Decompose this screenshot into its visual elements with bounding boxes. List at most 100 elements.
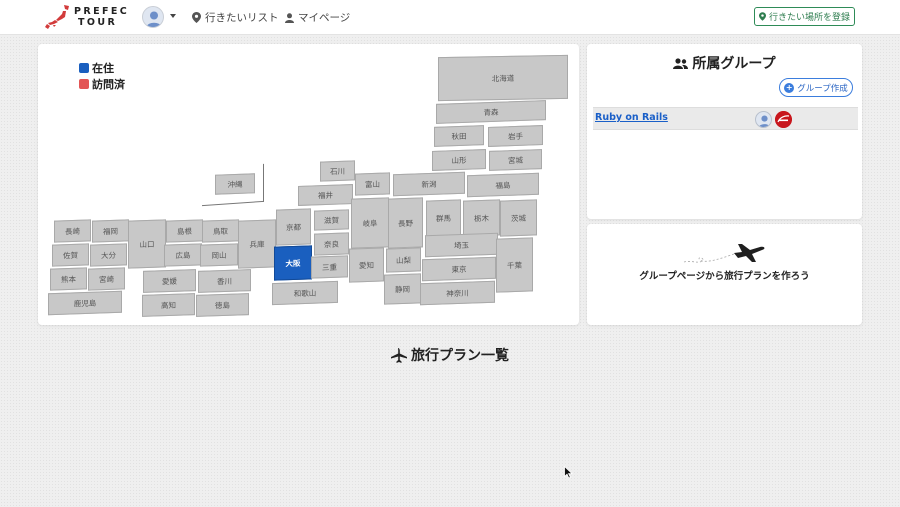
prefecture-tile[interactable]: 栃木 — [463, 199, 500, 237]
avatar — [142, 6, 164, 28]
prefecture-tile[interactable]: 福島 — [467, 172, 539, 198]
prefecture-tile[interactable]: 福井 — [298, 184, 353, 206]
prefecture-label: 大分 — [101, 250, 116, 260]
prefecture-tile[interactable]: 大分 — [90, 243, 127, 267]
nav-wishlist-link[interactable]: 行きたいリスト — [192, 10, 279, 25]
prefecture-tile[interactable]: 大阪 — [274, 245, 312, 281]
japan-map-logo-icon — [45, 5, 69, 29]
prefecture-tile[interactable]: 岩手 — [488, 125, 543, 147]
prefecture-tile[interactable]: 岐阜 — [351, 197, 389, 249]
prefecture-tile[interactable]: 群馬 — [426, 199, 461, 237]
prefecture-tile[interactable]: 山梨 — [386, 247, 421, 273]
prefecture-tile[interactable]: 鳥取 — [202, 219, 239, 243]
prefecture-tile[interactable]: 徳島 — [196, 293, 249, 317]
user-avatar-icon — [758, 115, 771, 127]
rails-logo-icon — [775, 111, 792, 128]
register-place-button[interactable]: 行きたい場所を登録 — [754, 7, 855, 26]
plus-icon: + — [784, 82, 795, 93]
plans-heading: 旅行プラン一覧 — [0, 345, 900, 365]
prefecture-tile[interactable]: 熊本 — [50, 267, 87, 291]
prefecture-label: 愛知 — [359, 260, 374, 270]
prefecture-tile[interactable]: 新潟 — [393, 171, 465, 197]
nav-mypage-link[interactable]: マイページ — [285, 10, 350, 25]
group-link[interactable]: Ruby on Rails — [595, 112, 668, 123]
prefecture-label: 広島 — [175, 250, 191, 260]
prefecture-label: 岩手 — [508, 131, 523, 141]
prefecture-tile[interactable]: 奈良 — [314, 232, 349, 256]
logo[interactable]: PREFEC TOUR — [44, 3, 134, 31]
prefecture-tile[interactable]: 島根 — [166, 219, 203, 243]
prefecture-label: 福岡 — [103, 226, 118, 236]
prefecture-tile[interactable]: 愛媛 — [143, 269, 196, 293]
prefecture-tile[interactable]: 茨城 — [500, 199, 537, 237]
prefecture-tile[interactable]: 静岡 — [384, 273, 421, 305]
airplane-flight-icon — [683, 244, 765, 263]
map-legend: 在住 訪問済 — [79, 60, 125, 92]
prefecture-tile[interactable]: 東京 — [422, 256, 496, 282]
prefecture-tile[interactable]: 長野 — [388, 197, 423, 249]
prefecture-tile[interactable]: 山口 — [128, 219, 166, 269]
prefecture-tile[interactable]: 岡山 — [200, 243, 238, 267]
prefecture-tile[interactable]: 北海道 — [438, 54, 568, 102]
prefecture-tile[interactable]: 福岡 — [92, 219, 129, 243]
groups-heading: 所属グループ — [587, 53, 862, 73]
navbar: PREFEC TOUR 行きたいリスト マイページ 行きたい場所を登録 — [0, 0, 900, 35]
prefecture-label: 山梨 — [396, 255, 411, 265]
prefecture-tile[interactable]: 石川 — [320, 160, 355, 182]
prefecture-tile[interactable]: 愛知 — [349, 247, 384, 283]
prefecture-label: 三重 — [322, 262, 337, 272]
prefecture-label: 栃木 — [474, 213, 489, 223]
prefecture-tile[interactable]: 香川 — [198, 269, 251, 293]
prefecture-label: 和歌山 — [293, 288, 317, 298]
prefecture-label: 沖縄 — [227, 179, 243, 189]
map-pin-icon — [192, 12, 201, 23]
prefecture-tile[interactable]: 佐賀 — [52, 243, 89, 267]
prefecture-label: 香川 — [217, 276, 232, 286]
prefecture-tile[interactable]: 秋田 — [434, 125, 484, 147]
group-icon-avatar[interactable] — [775, 111, 792, 128]
prefecture-tile[interactable]: 宮崎 — [88, 267, 125, 291]
prefecture-tile[interactable]: 山形 — [432, 149, 486, 171]
prefecture-tile[interactable]: 京都 — [276, 208, 311, 246]
prefecture-tile[interactable]: 兵庫 — [238, 219, 276, 269]
prefecture-label: 福島 — [495, 180, 511, 190]
prefecture-tile[interactable]: 千葉 — [496, 237, 533, 293]
prefecture-label: 熊本 — [61, 274, 76, 284]
prefecture-tile[interactable]: 三重 — [311, 255, 348, 279]
legend-visited: 訪問済 — [79, 76, 125, 92]
prefecture-tile[interactable]: 滋賀 — [314, 209, 349, 231]
logo-line-2: TOUR — [78, 17, 118, 28]
prefecture-tile[interactable]: 埼玉 — [425, 232, 498, 258]
prefecture-label: 岐阜 — [362, 218, 378, 228]
prefecture-label: 石川 — [330, 166, 345, 176]
users-icon — [673, 57, 689, 69]
create-group-label: グループ作成 — [797, 83, 848, 94]
prefecture-tile[interactable]: 神奈川 — [420, 280, 495, 306]
user-avatar-icon — [146, 11, 162, 27]
prefecture-tile[interactable]: 和歌山 — [272, 280, 338, 306]
prefecture-label: 岡山 — [211, 250, 227, 260]
group-list-item[interactable]: Ruby on Rails — [593, 107, 858, 130]
register-place-label: 行きたい場所を登録 — [768, 13, 850, 23]
prefecture-tile[interactable]: 青森 — [436, 100, 546, 124]
legend-live: 在住 — [79, 60, 125, 76]
prefecture-tile[interactable]: 鹿児島 — [48, 290, 122, 316]
prefecture-label: 愛媛 — [162, 276, 177, 286]
prefecture-tile[interactable]: 高知 — [142, 293, 195, 317]
create-group-button[interactable]: + グループ作成 — [779, 78, 853, 97]
prefecture-label: 奈良 — [324, 239, 339, 249]
prefecture-tile[interactable]: 長崎 — [54, 219, 91, 243]
prefecture-label: 長崎 — [65, 226, 80, 236]
prefecture-tile[interactable]: 沖縄 — [215, 173, 255, 195]
prefecture-tile[interactable]: 富山 — [355, 172, 390, 196]
prefecture-label: 宮城 — [508, 155, 523, 165]
member-avatar[interactable] — [755, 111, 772, 128]
prefecture-tile[interactable]: 宮城 — [489, 149, 542, 171]
prefecture-label: 茨城 — [511, 213, 526, 223]
user-icon — [285, 12, 294, 23]
prefecture-tile[interactable]: 広島 — [164, 243, 202, 267]
prefecture-label: 秋田 — [451, 131, 467, 141]
user-menu-button[interactable] — [142, 6, 180, 28]
prefecture-label: 富山 — [365, 179, 380, 189]
prefecture-label: 山口 — [139, 239, 155, 249]
